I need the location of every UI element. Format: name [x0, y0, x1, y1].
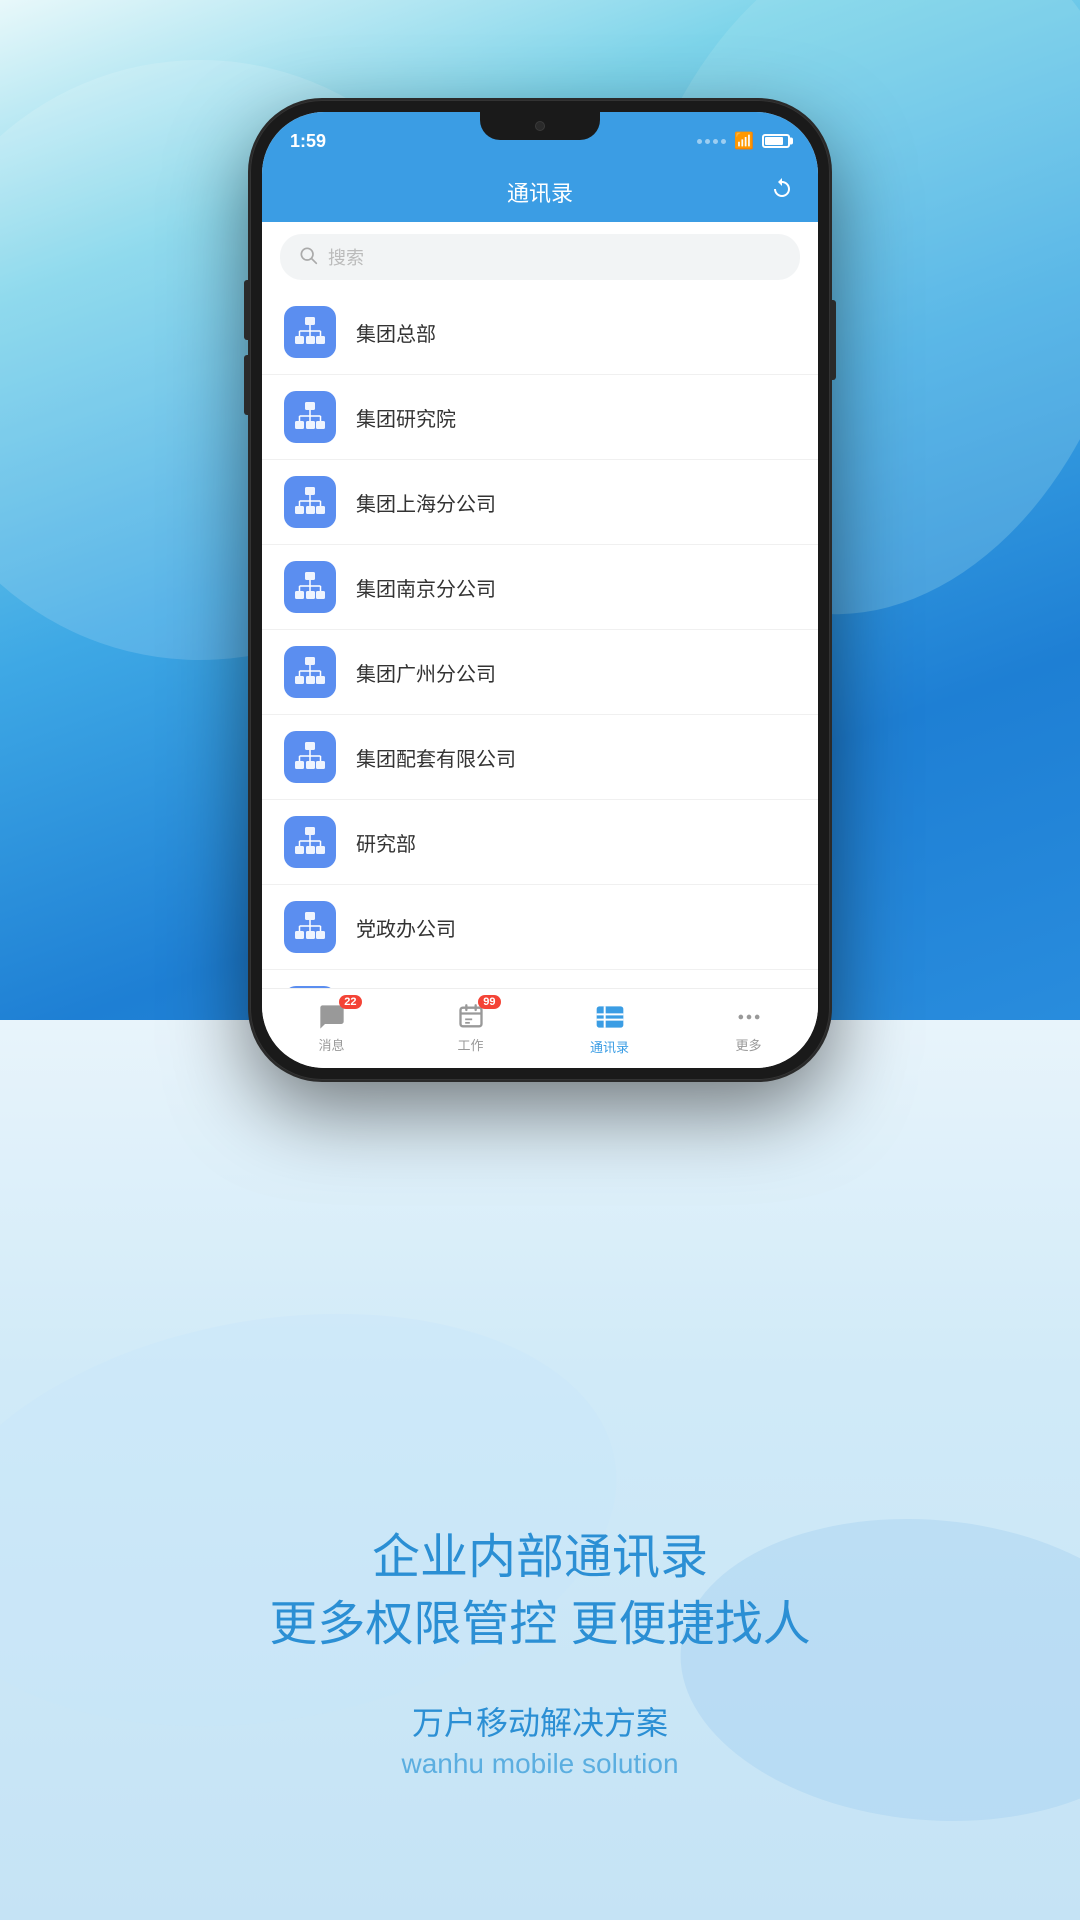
org-icon-box — [284, 391, 336, 443]
contacts-list: 集团总部 集团研究院 — [262, 290, 818, 988]
search-placeholder: 搜索 — [328, 244, 364, 270]
list-item[interactable]: 集团研究院 — [262, 375, 818, 460]
list-item[interactable]: 集团配套有限公司 — [262, 715, 818, 800]
list-item[interactable]: 研究部 — [262, 800, 818, 885]
phone-frame: 1:59 📶 通讯录 — [250, 100, 830, 1080]
org-icon-box — [284, 816, 336, 868]
phone-device: 1:59 📶 通讯录 — [250, 100, 830, 1080]
signal-icon — [697, 139, 726, 144]
promo-main-text: 企业内部通讯录 更多权限管控 更便捷找人 — [0, 1524, 1080, 1658]
tab-messages-label: 消息 — [318, 1035, 344, 1054]
tab-contacts-label: 通讯录 — [590, 1037, 629, 1056]
list-item-label: 集团配套有限公司 — [356, 743, 516, 772]
status-time: 1:59 — [290, 131, 326, 152]
tab-work-label: 工作 — [457, 1035, 483, 1054]
tab-messages-icon-wrap: 22 — [318, 1003, 346, 1031]
org-icon-box — [284, 476, 336, 528]
battery-fill — [765, 137, 783, 145]
list-item[interactable]: 销售部 — [262, 970, 818, 988]
org-icon-box — [284, 646, 336, 698]
messages-badge: 22 — [339, 995, 361, 1009]
app-bar-title: 通讯录 — [507, 176, 573, 208]
list-item-label: 集团南京分公司 — [356, 573, 496, 602]
list-item-label: 集团广州分公司 — [356, 658, 496, 687]
list-item-label: 集团上海分公司 — [356, 488, 496, 517]
power-button — [831, 300, 836, 380]
list-item[interactable]: 党政办公司 — [262, 885, 818, 970]
phone-notch — [480, 112, 600, 140]
tab-contacts-icon-wrap — [594, 1001, 626, 1033]
tab-work-icon-wrap: 99 — [457, 1003, 485, 1031]
tab-messages[interactable]: 22 消息 — [262, 1003, 401, 1054]
promo-line1: 企业内部通讯录 — [0, 1524, 1080, 1591]
volume-up-button — [244, 280, 249, 340]
list-item[interactable]: 集团广州分公司 — [262, 630, 818, 715]
status-icons: 📶 — [697, 131, 790, 151]
org-icon-box — [284, 561, 336, 613]
tab-more-icon-wrap — [735, 1003, 763, 1031]
promo-line2: 更多权限管控 更便捷找人 — [0, 1591, 1080, 1658]
org-icon-box — [284, 901, 336, 953]
promo-sub-cn: 万户移动解决方案 — [0, 1698, 1080, 1744]
wifi-icon: 📶 — [734, 131, 754, 151]
search-container: 搜索 — [262, 222, 818, 292]
refresh-button[interactable] — [770, 177, 794, 207]
search-box[interactable]: 搜索 — [280, 234, 800, 280]
tab-bar: 22 消息 99 — [262, 988, 818, 1068]
list-item[interactable]: 集团上海分公司 — [262, 460, 818, 545]
list-item-label: 集团研究院 — [356, 403, 456, 432]
org-icon-box — [284, 731, 336, 783]
org-icon-box — [284, 306, 336, 358]
promo-sub-en: wanhu mobile solution — [0, 1748, 1080, 1780]
work-badge: 99 — [478, 995, 500, 1009]
volume-down-button — [244, 355, 249, 415]
list-item-label: 党政办公司 — [356, 913, 456, 942]
tab-contacts[interactable]: 通讯录 — [540, 1001, 679, 1056]
list-item-label: 集团总部 — [356, 318, 436, 347]
tab-more[interactable]: 更多 — [679, 1003, 818, 1054]
promo-sub: 万户移动解决方案 wanhu mobile solution — [0, 1698, 1080, 1780]
list-item[interactable]: 集团总部 — [262, 290, 818, 375]
search-icon — [298, 245, 318, 270]
app-bar: 通讯录 — [262, 162, 818, 222]
promo-section: 企业内部通讯录 更多权限管控 更便捷找人 万户移动解决方案 wanhu mobi… — [0, 1524, 1080, 1780]
list-item-label: 研究部 — [356, 828, 416, 857]
battery-icon — [762, 134, 790, 148]
list-item[interactable]: 集团南京分公司 — [262, 545, 818, 630]
tab-more-label: 更多 — [735, 1035, 761, 1054]
front-camera — [535, 121, 545, 131]
tab-work[interactable]: 99 工作 — [401, 1003, 540, 1054]
phone-screen: 1:59 📶 通讯录 — [262, 112, 818, 1068]
